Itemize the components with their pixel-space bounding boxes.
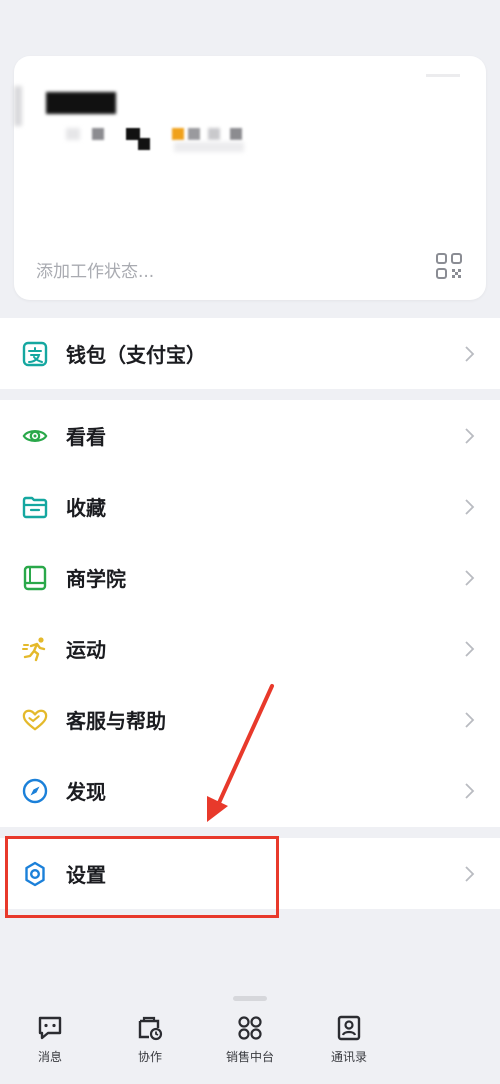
annotation-arrow: [207, 684, 274, 822]
grid-icon: [236, 1014, 264, 1042]
tab-label-collaboration: 协作: [137, 1050, 162, 1064]
contacts-icon: [335, 1014, 363, 1042]
bottom-tab-bar: 消息 协作 销售中台 通讯录: [0, 1008, 500, 1084]
tab-label-messages: 消息: [37, 1050, 62, 1064]
tab-label-contacts: 通讯录: [330, 1050, 367, 1064]
chat-icon: [36, 1014, 64, 1042]
tab-sales-center[interactable]: 销售中台: [210, 1014, 290, 1074]
annotation-highlight-box: [5, 836, 279, 918]
collaboration-icon: [136, 1014, 164, 1042]
home-indicator: [233, 996, 267, 1001]
tab-collaboration[interactable]: 协作: [110, 1014, 190, 1074]
tab-label-sales-center: 销售中台: [225, 1050, 274, 1064]
tab-contacts[interactable]: 通讯录: [309, 1014, 389, 1074]
tab-messages[interactable]: 消息: [10, 1014, 90, 1074]
